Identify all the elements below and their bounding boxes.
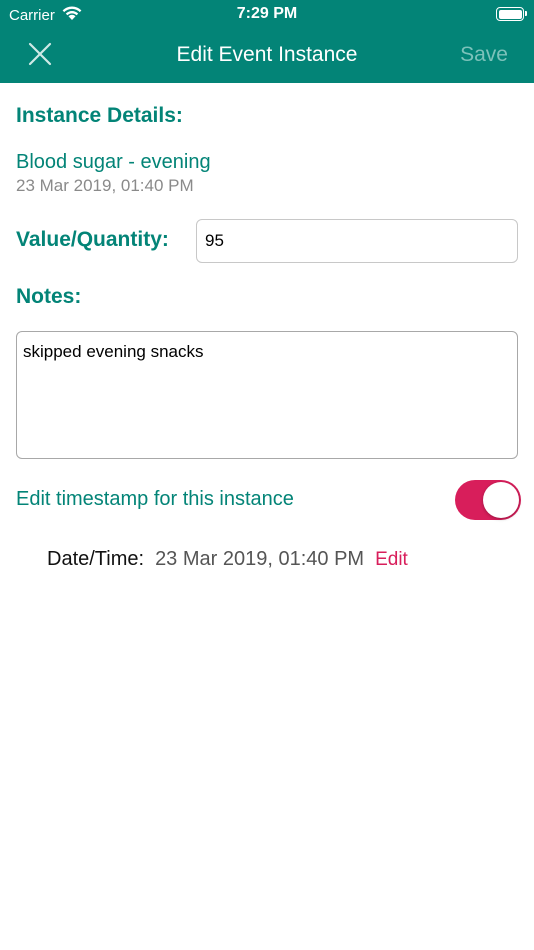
page-title: Edit Event Instance [176, 43, 358, 66]
edit-timestamp-toggle[interactable] [455, 480, 521, 520]
date-time-row: Date/Time: 23 Mar 2019, 01:40 PM Edit [47, 548, 408, 571]
value-quantity-input[interactable] [196, 219, 518, 263]
value-quantity-label: Value/Quantity: [16, 228, 169, 251]
notes-textarea[interactable]: skipped evening snacks [16, 331, 518, 459]
save-button[interactable]: Save [460, 43, 508, 67]
status-clock: 7:29 PM [236, 5, 298, 22]
event-time: 23 Mar 2019, 01:40 PM [16, 176, 194, 195]
date-time-value: 23 Mar 2019, 01:40 PM [155, 548, 365, 570]
instance-details-heading: Instance Details: [16, 104, 183, 127]
header: Carrier 7:29 PM Edit Event Instance Save [0, 0, 534, 83]
nav-bar: Edit Event Instance Save [0, 30, 534, 83]
notes-label: Notes: [16, 285, 82, 308]
date-time-edit-link[interactable]: Edit [375, 549, 408, 571]
toggle-knob [483, 482, 519, 518]
edit-timestamp-label: Edit timestamp for this instance [16, 488, 294, 510]
date-time-label: Date/Time: [47, 548, 145, 570]
status-bar: Carrier 7:29 PM [0, 0, 534, 30]
event-name: Blood sugar - evening [16, 151, 211, 173]
battery-icon [496, 7, 527, 21]
